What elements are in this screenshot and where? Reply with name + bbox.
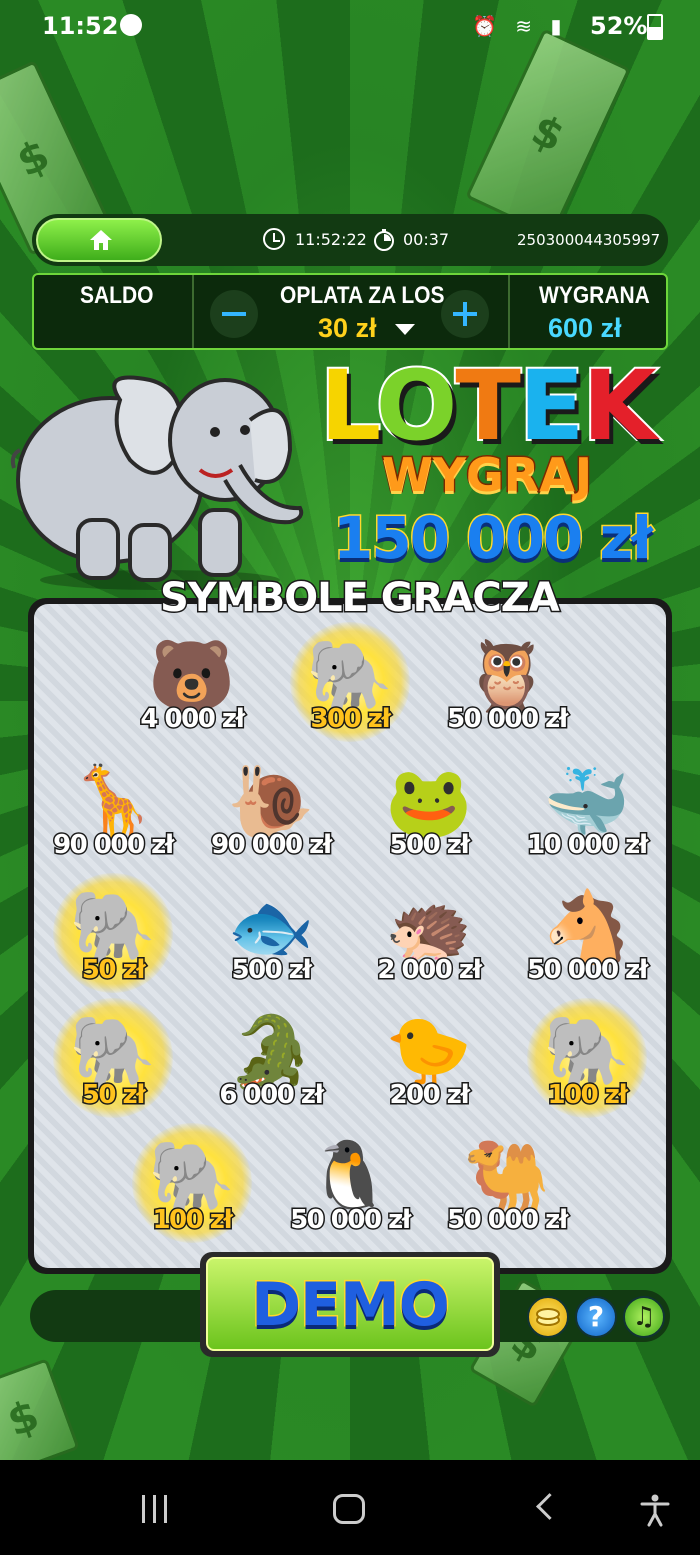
symbol-prize: 90 000 zł (52, 829, 176, 862)
logo-letter: T (453, 350, 523, 462)
symbol-cell: 🐸 500 zł (354, 756, 504, 876)
lotek-logo: LOTEK (318, 356, 659, 456)
symbol-prize: 500 zł (388, 829, 472, 862)
ticket-price[interactable]: 30 zł (318, 313, 377, 344)
symbol-cell: 🦉 50 000 zł (432, 630, 582, 750)
symbol-prize: 2 000 zł (376, 954, 484, 987)
symbol-cell: 🐌 90 000 zł (196, 756, 346, 876)
symbol-cell: 🦔 2 000 zł (354, 881, 504, 1001)
symbol-prize: 50 000 zł (526, 954, 650, 987)
symbol-cell: 🦒 90 000 zł (38, 756, 188, 876)
symbol-prize: 50 000 zł (446, 703, 570, 736)
symbol-prize: 500 zł (230, 954, 314, 987)
jackpot-amount: 150 000 zł (332, 503, 655, 574)
symbol-prize: 90 000 zł (210, 829, 334, 862)
accessibility-icon[interactable] (638, 1493, 672, 1527)
clock-time: 11:52:22 (295, 230, 367, 249)
symbol-cell: 🐧 50 000 zł (275, 1131, 425, 1251)
decrease-bet-button[interactable] (210, 290, 258, 338)
demo-button-label[interactable]: DEMO (200, 1269, 500, 1342)
wygrana-label: WYGRANA (539, 282, 650, 309)
symbol-prize: 100 zł (151, 1204, 235, 1237)
symbol-cell: 🐘 50 zł (38, 873, 188, 1001)
ticket-id: 250300044305997 (517, 231, 661, 249)
elephant-mascot (10, 375, 304, 590)
stopwatch-icon (374, 229, 394, 251)
oplata-label: OPLATA ZA LOS (280, 282, 445, 309)
logo-letter: E (517, 350, 587, 462)
nav-home-icon[interactable] (333, 1494, 365, 1524)
price-dropdown-icon[interactable] (395, 324, 415, 335)
battery-percent: 52% (590, 12, 648, 40)
help-button[interactable]: ? (575, 1296, 617, 1338)
symbol-cell: 🐤 200 zł (354, 1006, 504, 1126)
symbol-cell: 🐊 6 000 zł (196, 1006, 346, 1126)
symbol-cell: 🐘 100 zł (117, 1123, 267, 1251)
battery-icon (647, 14, 663, 40)
symbol-prize: 50 000 zł (289, 1204, 413, 1237)
symbol-cell: 🐴 50 000 zł (512, 881, 662, 1001)
symbol-prize: 6 000 zł (218, 1079, 326, 1112)
symbol-prize: 50 000 zł (446, 1204, 570, 1237)
symbol-prize: 10 000 zł (526, 829, 650, 862)
symbol-cell: 🐻 4 000 zł (117, 630, 267, 750)
board-title: SYMBOLE GRACZA (159, 574, 562, 623)
symbol-prize: 4 000 zł (139, 703, 247, 736)
symbol-cell: 🐫 50 000 zł (432, 1131, 582, 1251)
session-timer: 00:37 (403, 230, 450, 249)
status-time: 11:52 (42, 12, 119, 40)
status-bar: 11:52 ⏰ ≋ ▮ 52% (0, 0, 700, 52)
logo-letter: O (374, 350, 460, 462)
symbol-prize: 50 zł (80, 954, 147, 987)
symbol-prize: 100 zł (546, 1079, 630, 1112)
symbol-cell: 🐘 50 zł (38, 998, 188, 1126)
symbol-prize: 300 zł (309, 703, 393, 736)
coins-icon[interactable] (527, 1296, 569, 1338)
logo-letter: K (580, 350, 658, 462)
home-icon (90, 230, 112, 250)
symbol-cell: 🐳 10 000 zł (512, 756, 662, 876)
signal-wifi-icons: ⏰ ≋ ▮ (472, 14, 568, 38)
home-button[interactable] (36, 218, 162, 262)
logo-letter: L (318, 350, 380, 462)
divider (508, 275, 510, 348)
divider (192, 275, 194, 348)
symbol-prize: 200 zł (388, 1079, 472, 1112)
win-amount: 600 zł (548, 313, 622, 343)
increase-bet-button[interactable] (441, 290, 489, 338)
logo-subtitle: WYGRAJ (381, 447, 594, 504)
symbol-prize: 50 zł (80, 1079, 147, 1112)
saldo-label: SALDO (80, 282, 154, 309)
symbol-cell: 🐟 500 zł (196, 881, 346, 1001)
clock-icon (263, 228, 285, 250)
recent-apps-icon[interactable] (140, 1495, 170, 1523)
music-button[interactable]: ♫ (623, 1296, 665, 1338)
messenger-icon (120, 14, 142, 36)
symbol-cell: 🐘 100 zł (512, 998, 662, 1126)
symbol-cell: 🐘 300 zł (275, 622, 425, 750)
